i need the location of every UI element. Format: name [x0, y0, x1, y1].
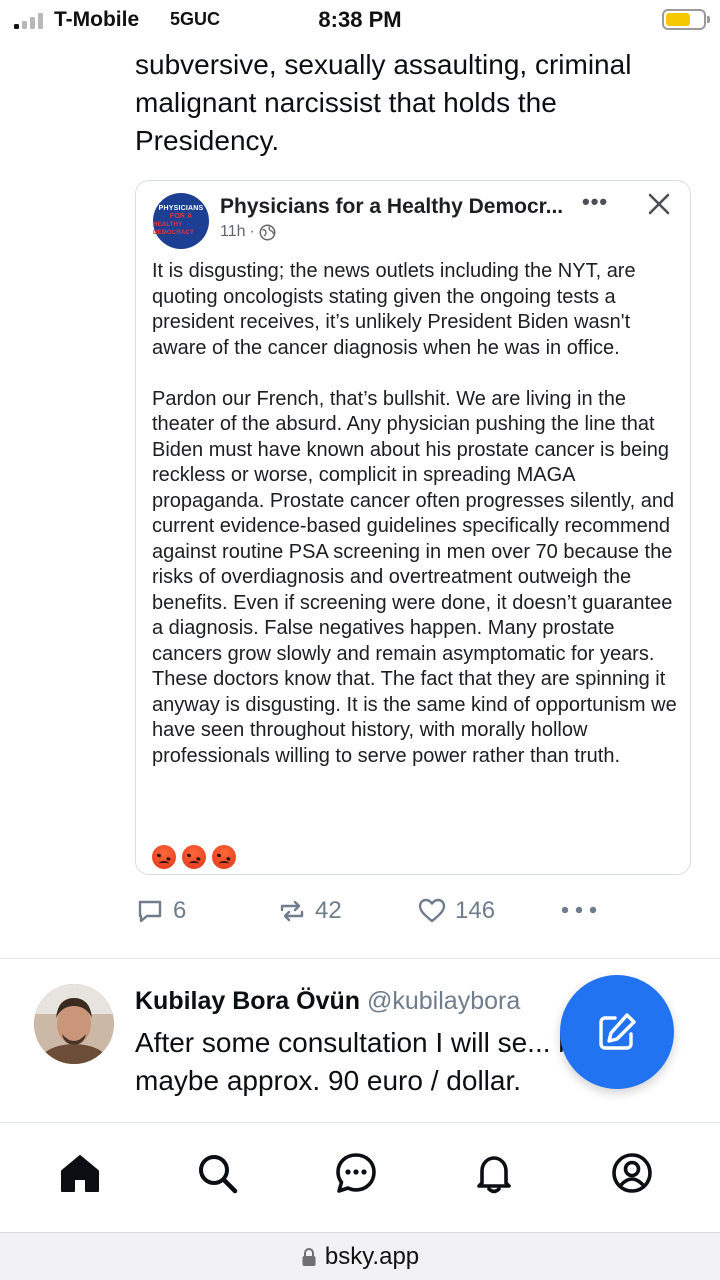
like-count: 146 — [455, 897, 496, 924]
embed-meta: 11h · — [220, 223, 276, 241]
compose-icon — [599, 1013, 636, 1050]
heart-icon — [418, 898, 446, 923]
org-avatar: PHYSICIANS FOR A HEALTHY DEMOCRACY — [153, 193, 209, 249]
search-icon — [199, 1155, 238, 1194]
repost-button[interactable]: 42 — [277, 896, 342, 926]
display-name: Kubilay Bora Övün — [135, 987, 361, 1015]
angry-emojis — [152, 845, 236, 869]
post-text: subversive, sexually assaulting, crimina… — [135, 49, 632, 156]
avatar-line-2: FOR A — [169, 213, 193, 220]
tab-home[interactable] — [56, 1149, 104, 1197]
tab-profile[interactable] — [608, 1149, 656, 1197]
angry-face-icon — [152, 845, 176, 869]
post-divider — [0, 958, 720, 959]
compose-button[interactable] — [560, 975, 674, 1089]
tab-notifications[interactable] — [470, 1149, 518, 1197]
embed-paragraph-2: Pardon our French, that’s bullshit. We a… — [152, 387, 677, 767]
status-time: 8:38 PM — [318, 7, 402, 32]
embed-author: Physicians for a Healthy Democr... — [220, 195, 564, 218]
lock-icon — [302, 1247, 316, 1266]
tab-chat[interactable] — [332, 1149, 380, 1197]
globe-icon — [259, 224, 276, 240]
post-actions: 6 42 146 — [135, 896, 695, 932]
user-handle: @kubilaybora — [367, 987, 521, 1015]
tab-search[interactable] — [193, 1149, 241, 1197]
battery-icon — [662, 9, 710, 30]
embed-body: It is disgusting; the news outlets inclu… — [152, 259, 682, 769]
reply-button[interactable]: 6 — [135, 896, 186, 926]
more-options-icon: ••• — [582, 189, 609, 214]
reply-count: 6 — [173, 897, 187, 924]
angry-face-icon — [182, 845, 206, 869]
profile-icon — [612, 1153, 652, 1193]
repost-count: 42 — [315, 897, 342, 924]
embed-paragraph-1: It is disgusting; the news outlets inclu… — [152, 260, 636, 359]
chat-icon — [336, 1153, 376, 1193]
post-more-button[interactable] — [559, 900, 599, 920]
status-bar: T-Mobile 5GUC 8:38 PM — [0, 0, 720, 40]
embed-time: 11h — [220, 223, 246, 240]
bottom-tab-bar — [0, 1122, 720, 1232]
embedded-image[interactable]: PHYSICIANS FOR A HEALTHY DEMOCRACY Physi… — [135, 180, 691, 875]
avatar[interactable] — [34, 984, 114, 1064]
close-icon — [648, 193, 670, 215]
separator-dot: · — [249, 223, 255, 240]
url-text: bsky.app — [324, 1242, 420, 1270]
ellipsis-icon — [561, 906, 597, 914]
bell-icon — [477, 1156, 511, 1194]
angry-face-icon — [212, 845, 236, 869]
repost-icon — [280, 900, 304, 922]
avatar-line-3: HEALTHY DEMOCRACY — [153, 222, 195, 236]
browser-url-bar[interactable]: bsky.app — [0, 1232, 720, 1280]
user-photo — [34, 984, 114, 1064]
home-icon — [61, 1155, 99, 1192]
reply-icon — [138, 900, 162, 923]
avatar-line-1: PHYSICIANS — [158, 205, 204, 212]
like-button[interactable]: 146 — [417, 896, 495, 926]
